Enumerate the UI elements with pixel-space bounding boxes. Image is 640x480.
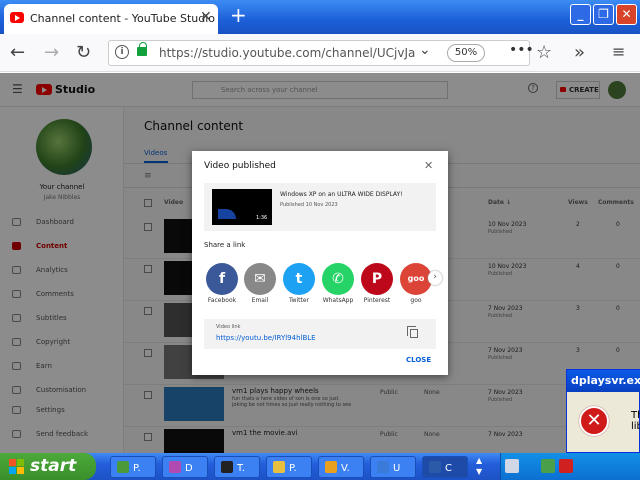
lock-icon [137,42,147,56]
page-actions-icon[interactable]: ••• [509,42,534,58]
whatsapp-label: WhatsApp [322,297,354,304]
window-close-button[interactable]: ✕ [616,4,637,25]
folder-icon [273,461,285,473]
taskbar-button-active[interactable]: C [422,456,468,478]
share-link-label: Share a link [204,241,246,249]
browser-nav-bar: ← → ↻ i https://studio.youtube.com/chann… [0,34,640,72]
published-video-card: 1:36 Windows XP on an ULTRA WIDE DISPLAY… [204,183,436,231]
taskbar-button[interactable]: P. [266,456,312,478]
address-bar[interactable]: i https://studio.youtube.com/channel/UCj… [108,40,534,66]
error-dialog: dplaysvr.ex ✕ Th lib [566,369,640,453]
hamburger-menu-icon[interactable]: ≡ [612,42,625,61]
error-dialog-title[interactable]: dplaysvr.ex [567,370,640,392]
app-icon [169,461,181,473]
terminal-icon [221,461,233,473]
email-label: Email [251,297,269,304]
url-text[interactable]: https://studio.youtube.com/channel/UCjvJ… [159,46,415,60]
google-label: goo [410,297,422,304]
taskbar-button[interactable]: V. [318,456,364,478]
taskbar-button[interactable]: U [370,456,416,478]
whatsapp-share-button[interactable]: ✆ [322,263,354,295]
facebook-icon: f [218,271,226,287]
app-icon [117,461,129,473]
pinterest-icon: P [371,271,383,287]
video-duration: 1:36 [256,215,268,221]
published-video-title: Windows XP on an ULTRA WIDE DISPLAY! [280,191,403,198]
error-icon: ✕ [579,406,609,436]
taskbar-button-label: V. [341,463,350,474]
taskbar-scroll-down-icon[interactable]: ▼ [476,466,482,477]
pinterest-share-button[interactable]: P [361,263,393,295]
window-maximize-button[interactable]: ❐ [593,4,614,25]
share-next-chevron-icon[interactable]: › [428,271,442,285]
app-icon [377,461,389,473]
close-button[interactable]: CLOSE [406,356,431,364]
taskbar-button[interactable]: T. [214,456,260,478]
error-message: Th lib [631,410,640,432]
bookmark-star-icon[interactable]: ☆ [536,42,552,63]
email-share-button[interactable]: ✉ [244,263,276,295]
site-info-icon[interactable]: i [115,45,129,59]
google-icon: goo [407,274,425,283]
network-icon[interactable] [541,459,555,473]
window-minimize-button[interactable]: _ [570,4,591,25]
url-dropdown-icon[interactable]: ⌄ [419,42,431,58]
taskbar-scroll-buttons[interactable]: ▲ ▼ [476,455,482,477]
video-published-dialog: Video published ✕ 1:36 Windows XP on an … [192,151,448,375]
keyboard-icon[interactable] [505,459,519,473]
forward-arrow-icon[interactable]: → [44,42,59,63]
whatsapp-icon: ✆ [332,271,344,287]
published-video-thumbnail[interactable]: 1:36 [212,189,272,225]
error-message-line: Th [631,410,640,421]
start-button[interactable]: start [0,453,96,480]
facebook-share-button[interactable]: f [206,263,238,295]
zoom-level-badge[interactable]: 50% [447,44,485,62]
tab-title: Channel content - YouTube Studio [30,12,215,25]
taskbar-button-label: P. [289,463,297,474]
email-icon: ✉ [254,271,266,287]
taskbar-button-label: D [185,463,193,474]
system-tray [500,453,640,480]
alert-icon[interactable] [559,459,573,473]
facebook-label: Facebook [207,297,237,304]
twitter-label: Twitter [288,297,310,304]
taskbar-scroll-up-icon[interactable]: ▲ [476,455,482,466]
browser-title-bar: Channel content - YouTube Studio ✕ + _ ❐… [0,0,640,34]
reload-icon[interactable]: ↻ [76,42,91,63]
copy-icon[interactable] [407,326,418,338]
error-message-line: lib [631,421,640,432]
taskbar-button[interactable]: P. [110,456,156,478]
published-date: Published 10 Nov 2023 [280,202,338,208]
youtube-favicon-icon [10,12,24,23]
taskbar: start P. D T. P. V. U C ▲ ▼ [0,453,640,480]
dialog-title: Video published [204,161,276,171]
browser-tab-active[interactable]: Channel content - YouTube Studio ✕ [4,4,218,34]
taskbar-button-label: C [445,463,452,474]
tab-close-icon[interactable]: ✕ [200,9,212,25]
windows-flag-icon [9,459,25,474]
twitter-share-button[interactable]: t [283,263,315,295]
overflow-chevron-icon[interactable]: » [574,42,585,63]
taskbar-button-label: U [393,463,401,474]
taskbar-button[interactable]: D [162,456,208,478]
taskbar-button-label: T. [237,463,246,474]
app-icon [429,461,441,473]
video-link-box: Video link https://youtu.be/IRYl94hlBLE [204,319,436,349]
start-label: start [30,456,77,476]
video-link-url[interactable]: https://youtu.be/IRYl94hlBLE [216,334,316,342]
twitter-icon: t [295,271,303,287]
app-icon [325,461,337,473]
dialog-close-icon[interactable]: ✕ [424,159,433,172]
taskbar-button-label: P. [133,463,141,474]
new-tab-button[interactable]: + [230,3,247,27]
back-arrow-icon[interactable]: ← [10,42,25,63]
pinterest-label: Pinterest [363,297,391,304]
video-link-label: Video link [216,324,241,330]
